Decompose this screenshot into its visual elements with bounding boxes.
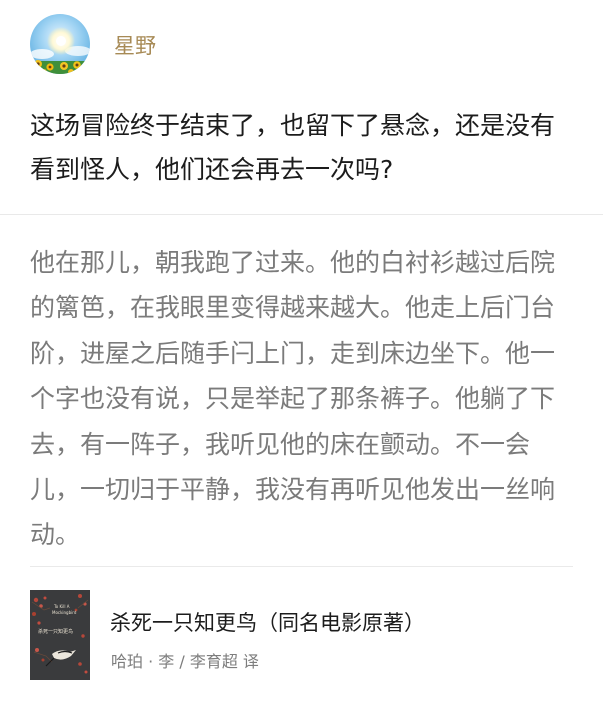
book-cover[interactable]: To Kill A Mockingbird 杀死一只知更鸟 xyxy=(30,590,90,680)
book-cover-line-1: To Kill A xyxy=(54,604,70,609)
book-title[interactable]: 杀死一只知更鸟（同名电影原著） xyxy=(110,609,425,637)
book-cover-line-2: Mockingbird xyxy=(52,610,77,615)
user-avatar[interactable] xyxy=(30,14,90,74)
quoted-excerpt: 他在那儿，朝我跑了过来。他的白衬衫越过后院的篱笆，在我眼里变得越来越大。他走上后… xyxy=(30,248,556,550)
username[interactable]: 星野 xyxy=(114,33,156,59)
sunny-sky-sunflower-avatar-icon xyxy=(30,14,90,74)
comment-text: 这场冒险终于结束了，也留下了悬念，还是没有看到怪人，他们还会再去一次吗? xyxy=(30,111,556,184)
quote-divider xyxy=(30,566,573,567)
section-divider xyxy=(0,214,603,215)
book-cover-line-3: 杀死一只知更鸟 xyxy=(38,629,74,635)
book-author: 哈珀 · 李 / 李育超 译 xyxy=(111,652,259,671)
book-card[interactable]: To Kill A Mockingbird 杀死一只知更鸟 杀死一只知更鸟（同名… xyxy=(30,590,573,690)
